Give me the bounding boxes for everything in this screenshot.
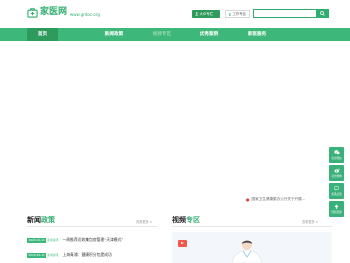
news-title: 一周推荐近收集包房管理“天津模式”: [62, 237, 124, 242]
news-tag: 新闻资讯: [47, 238, 59, 242]
news-section-title: 新闻政策: [27, 215, 55, 225]
video-section-title: 视频专区: [172, 215, 200, 225]
nav-family-doctor-service[interactable]: 家医服务: [237, 28, 277, 41]
news-date: 2020-10-11: [27, 237, 47, 243]
wechat-icon: [333, 150, 340, 155]
news-title-highlight: 政策: [41, 216, 55, 224]
video-divider: [172, 226, 332, 227]
feedback-button[interactable]: 意见反馈: [329, 183, 344, 199]
weibo-button[interactable]: 官方微博: [329, 165, 344, 181]
video-thumbnail[interactable]: [172, 232, 332, 263]
ticker-text: 国家卫生健康委办公厅关于开展...: [251, 197, 306, 201]
banner-area: [0, 41, 350, 191]
news-date: 2020-10-11: [27, 252, 47, 258]
workspace-label: 工作专区: [232, 12, 246, 16]
search-input[interactable]: [253, 9, 317, 18]
video-more-link[interactable]: 查看更多 >: [302, 219, 318, 224]
weibo-label: 官方微博: [331, 175, 342, 178]
site-header: 家医网 www.grdoc.org 大众专栏 工作专区: [0, 0, 350, 28]
nav-news-policy[interactable]: 新闻政策: [95, 28, 133, 41]
arrow-up-icon: [334, 204, 339, 209]
news-item[interactable]: 2020-10-11 新闻资讯 一周推荐近收集包房管理“天津模式”: [27, 236, 123, 244]
weibo-icon: [334, 168, 340, 173]
site-name: 家医网: [40, 7, 68, 17]
video-title-highlight: 专区: [186, 216, 200, 224]
doctor-bag-icon: [27, 8, 38, 18]
nav-cases[interactable]: 优秀案例: [189, 28, 229, 41]
search-button[interactable]: [317, 9, 329, 18]
nav-home[interactable]: 首页: [27, 28, 58, 41]
news-more-link[interactable]: 查看更多 >: [136, 219, 152, 224]
news-tag: 新闻资讯: [47, 253, 59, 257]
ticker-dot-icon: ●: [246, 197, 250, 202]
expert-column-button[interactable]: 大众专栏: [192, 10, 220, 18]
video-title-prefix: 视频: [172, 216, 186, 224]
news-item[interactable]: 2020-10-11 新闻资讯 上海青浦：健康积分包提成功: [27, 251, 112, 259]
news-ticker[interactable]: ● 国家卫生健康委办公厅关于开展...: [246, 196, 332, 203]
site-url: www.grdoc.org: [70, 11, 100, 17]
play-icon: [178, 240, 187, 247]
nav-video-zone[interactable]: 视频专区: [143, 28, 181, 41]
news-title-prefix: 新闻: [27, 216, 41, 224]
search-icon: [320, 11, 325, 16]
expert-column-label: 大众专栏: [199, 12, 214, 16]
wechat-button[interactable]: 官方微信: [329, 147, 344, 163]
user-icon: [195, 12, 199, 16]
back-to-top-label: 回到顶部: [331, 211, 342, 214]
feedback-icon: [334, 186, 339, 191]
site-logo[interactable]: 家医网 www.grdoc.org: [27, 7, 100, 18]
workspace-button[interactable]: 工作专区: [225, 10, 250, 18]
news-divider: [27, 226, 157, 227]
main-nav: 首页 新闻政策 视频专区 优秀案例 家医服务: [0, 28, 350, 41]
news-title: 上海青浦：健康积分包提成功: [62, 252, 112, 257]
feedback-label: 意见反馈: [331, 193, 342, 196]
grid-icon: [229, 12, 232, 16]
back-to-top-button[interactable]: 回到顶部: [329, 201, 344, 217]
doctor-illustration-icon: [231, 240, 263, 263]
wechat-label: 官方微信: [331, 157, 342, 160]
